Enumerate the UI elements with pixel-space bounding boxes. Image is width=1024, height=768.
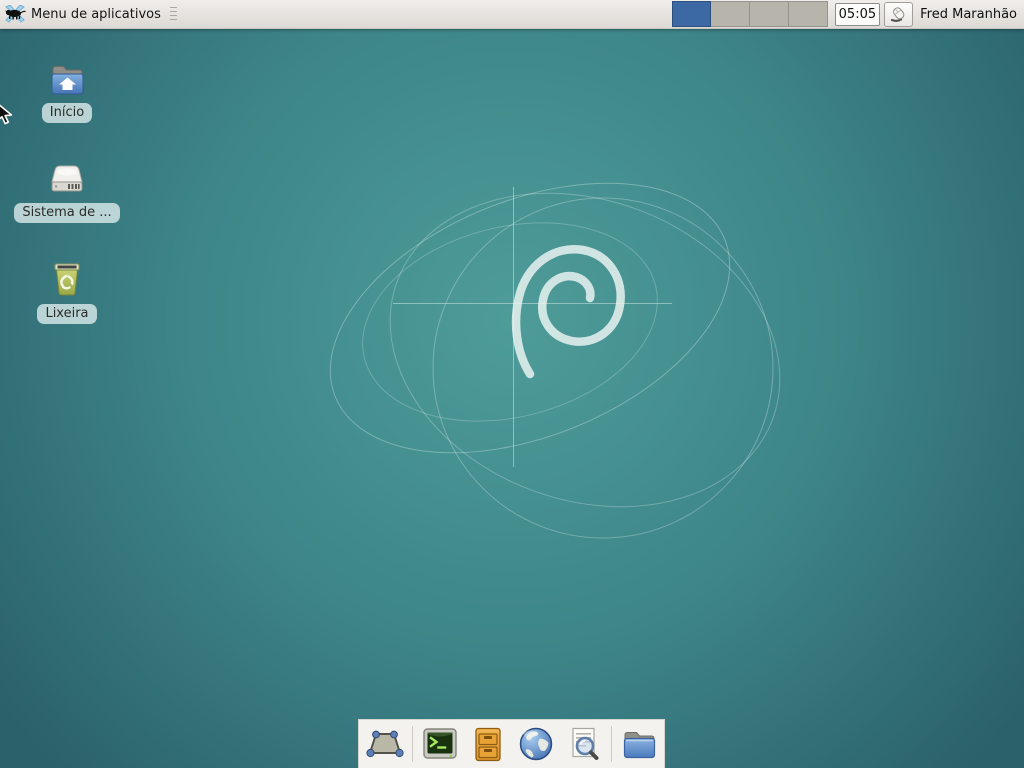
clock[interactable]: 05:05 [835, 3, 880, 26]
web-browser-globe-icon [517, 725, 555, 763]
mouse-device-icon [889, 5, 909, 23]
desktop-icon-label: Início [42, 103, 92, 123]
applications-menu-label: Menu de aplicativos [31, 7, 161, 22]
show-desktop-icon [365, 728, 405, 760]
applications-menu-button[interactable]: Menu de aplicativos [0, 0, 183, 28]
dock-separator [412, 726, 413, 762]
dock-show-desktop-button[interactable] [364, 723, 406, 765]
bottom-dock [358, 719, 665, 768]
dock-separator [611, 726, 612, 762]
panel-grip-handle[interactable] [170, 7, 177, 22]
document-magnifier-icon [565, 725, 603, 763]
home-folder-icon [47, 56, 87, 98]
desktop-icon-home[interactable]: Início [12, 56, 122, 123]
workspace-3[interactable] [750, 1, 789, 27]
debian-swirl-icon [516, 249, 621, 374]
trash-bin-icon [47, 257, 87, 299]
dock-application-finder-button[interactable] [563, 723, 605, 765]
desktop-icon-filesystem[interactable]: Sistema de ... [12, 156, 122, 223]
debian-joy-wallpaper-art [0, 0, 1024, 768]
desktop-icon-label: Sistema de ... [14, 203, 119, 223]
logged-in-username[interactable]: Fred Maranhão [920, 7, 1017, 22]
dock-terminal-button[interactable] [419, 723, 461, 765]
clock-time: 05:05 [839, 7, 876, 22]
dock-file-cabinet-button[interactable] [467, 723, 509, 765]
dock-web-browser-button[interactable] [515, 723, 557, 765]
file-cabinet-icon [471, 726, 505, 763]
workspace-1[interactable] [672, 1, 711, 27]
folder-icon [619, 727, 659, 761]
top-panel: Menu de aplicativos 05:05 Fred Maranhão [0, 0, 1024, 29]
terminal-icon [421, 726, 459, 762]
xfce-desktop: { "panel": { "menu": { "label": "Menu de… [0, 0, 1024, 768]
session-action-button[interactable] [884, 2, 913, 27]
dock-file-manager-button[interactable] [618, 723, 660, 765]
workspace-switcher [672, 1, 828, 28]
workspace-2[interactable] [711, 1, 750, 27]
workspace-4[interactable] [789, 1, 828, 27]
desktop-icon-label: Lixeira [37, 304, 96, 324]
filesystem-drive-icon [43, 156, 91, 198]
desktop-icon-trash[interactable]: Lixeira [12, 257, 122, 324]
xfce-mouse-logo-icon [4, 5, 26, 23]
